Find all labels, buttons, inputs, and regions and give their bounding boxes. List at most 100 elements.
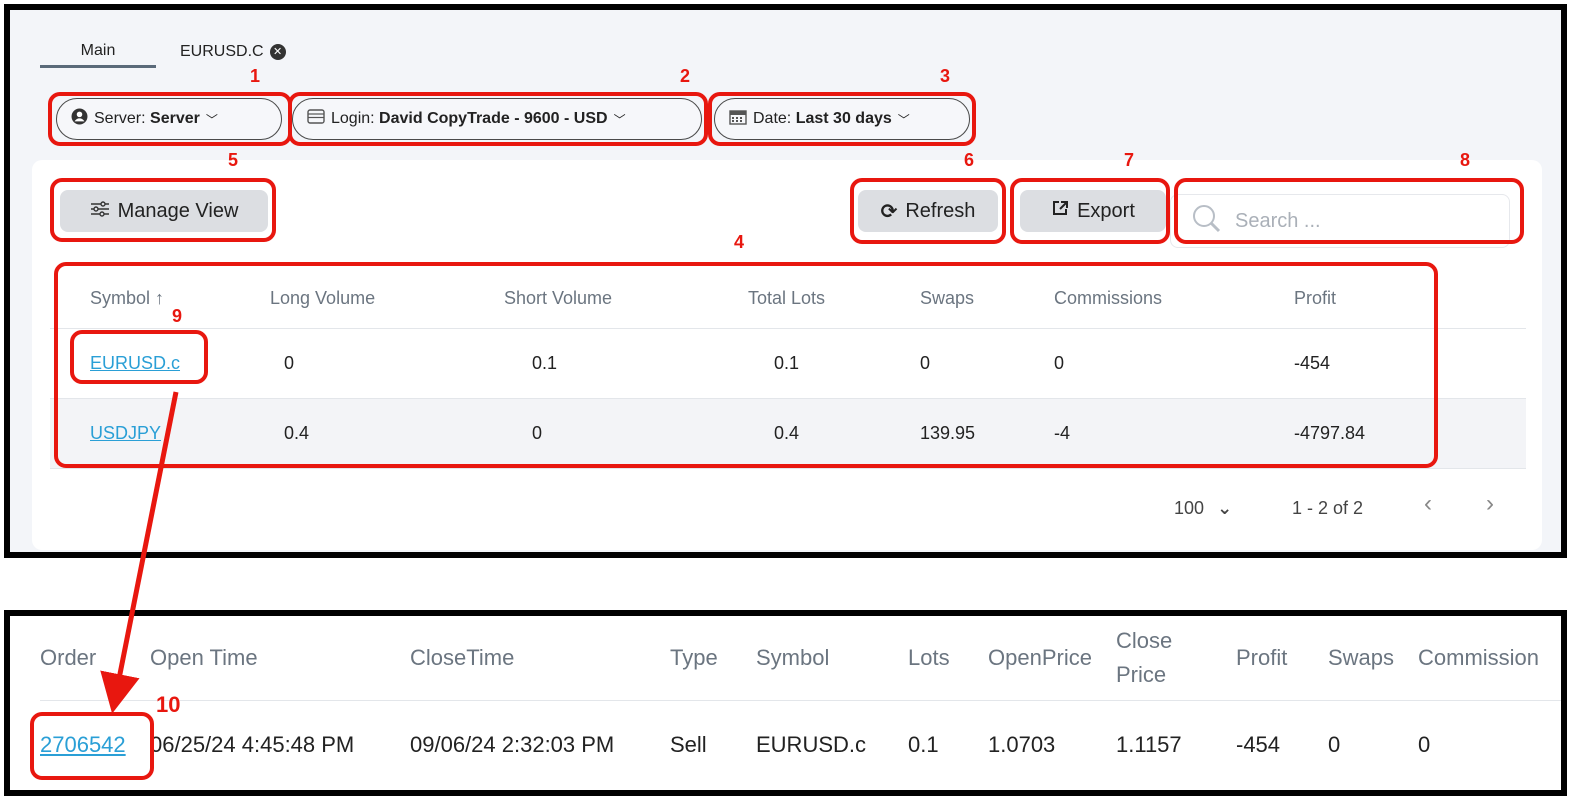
col-total-lots-header[interactable]: Total Lots [736, 270, 920, 329]
annotation-number-3: 3 [940, 66, 951, 86]
table-row: 2706542 06/25/24 4:45:48 PM 09/06/24 2:3… [40, 700, 1561, 790]
server-filter-prefix: Server: [94, 110, 146, 127]
chevron-down-icon: ⌄ [1217, 498, 1233, 518]
calendar-icon [729, 109, 747, 130]
total-lots-cell: 0.4 [736, 398, 920, 469]
short-volume-cell: 0.1 [492, 328, 736, 399]
annotation-number-2: 2 [680, 66, 691, 86]
manage-view-button[interactable]: Manage View [60, 190, 268, 232]
long-volume-cell: 0.4 [258, 398, 492, 469]
export-icon [1051, 199, 1069, 223]
symbol-link[interactable]: USDJPY [90, 423, 161, 443]
close-price-cell: 1.1157 [1116, 732, 1182, 758]
date-filter-prefix: Date: [753, 110, 792, 127]
refresh-button[interactable]: ⟳ Refresh [858, 190, 998, 232]
open-time-cell: 06/25/24 4:45:48 PM [150, 732, 355, 758]
page-size-value: 100 [1174, 498, 1205, 518]
commission-cell: 0 [1418, 732, 1431, 758]
col-symbol-header[interactable]: Symbol [756, 616, 908, 701]
order-link[interactable]: 2706542 [40, 732, 126, 757]
annotation-number-1: 1 [250, 66, 261, 86]
symbol-link[interactable]: EURUSD.c [90, 353, 180, 373]
col-commission-header[interactable]: Commission [1418, 616, 1561, 701]
tab-main[interactable]: Main [40, 36, 156, 68]
swaps-cell: 139.95 [920, 398, 1054, 469]
refresh-icon: ⟳ [880, 200, 898, 223]
close-tab-icon[interactable]: ✕ [269, 44, 286, 60]
login-filter-value: David CopyTrade - 9600 - USD [379, 110, 608, 127]
page-size-select[interactable]: 100 ⌄ [1174, 498, 1232, 519]
col-open-time-header[interactable]: Open Time [150, 616, 410, 701]
manage-view-label: Manage View [117, 199, 239, 222]
summary-table: Symbol ↑ Long Volume Short Volume Total … [50, 270, 1526, 469]
long-volume-cell: 0 [258, 328, 492, 399]
col-long-volume-header[interactable]: Long Volume [258, 270, 492, 329]
login-filter-prefix: Login: [331, 110, 375, 127]
page-range: 1 - 2 of 2 [1292, 498, 1364, 518]
col-lots-header[interactable]: Lots [908, 616, 988, 701]
login-filter[interactable]: Login: David CopyTrade - 9600 - USD ﹀ [292, 98, 702, 140]
annotation-number-4: 4 [734, 232, 745, 252]
orders-header-row: Order Open Time CloseTime Type Symbol Lo… [40, 616, 1561, 701]
date-filter[interactable]: Date: Last 30 days ﹀ [714, 98, 970, 140]
lots-cell: 0.1 [908, 732, 939, 758]
annotation-number-9: 9 [172, 306, 183, 326]
sliders-icon [90, 200, 110, 223]
main-panel: Main EURUSD.C ✕ Server: Server ﹀ Login: … [4, 4, 1567, 558]
chevron-down-icon: ﹀ [897, 112, 910, 127]
annotation-number-8: 8 [1460, 150, 1471, 170]
user-icon [71, 108, 88, 130]
col-short-volume-header[interactable]: Short Volume [492, 270, 736, 329]
col-commissions-header[interactable]: Commissions [1054, 270, 1294, 329]
col-swaps-header[interactable]: Swaps [920, 270, 1054, 329]
export-button[interactable]: Export [1020, 190, 1166, 232]
col-order-header[interactable]: Order [40, 616, 150, 701]
search-input[interactable]: Search ... [1170, 194, 1510, 248]
col-close-time-header[interactable]: CloseTime [410, 616, 670, 701]
annotation-number-7: 7 [1124, 150, 1135, 170]
server-filter[interactable]: Server: Server ﹀ [56, 98, 282, 140]
short-volume-cell: 0 [492, 398, 736, 469]
table-row: EURUSD.c 0 0.1 0.1 0 0 -454 [50, 328, 1526, 399]
profit-cell: -454 [1294, 328, 1526, 399]
symbol-cell: EURUSD.c [756, 732, 867, 758]
next-page-button[interactable]: › [1486, 490, 1494, 518]
search-placeholder: Search ... [1235, 209, 1321, 232]
total-lots-cell: 0.1 [736, 328, 920, 399]
col-open-price-header[interactable]: OpenPrice [988, 616, 1116, 701]
orders-table: Order Open Time CloseTime Type Symbol Lo… [40, 616, 1561, 790]
chevron-down-icon: ﹀ [613, 112, 626, 127]
prev-page-button[interactable]: ‹ [1424, 490, 1432, 518]
annotation-number-5: 5 [228, 150, 239, 170]
commissions-cell: -4 [1054, 398, 1294, 469]
profit-cell: -454 [1236, 732, 1281, 758]
export-label: Export [1077, 199, 1135, 222]
sort-asc-icon: ↑ [155, 288, 165, 309]
annotation-number-6: 6 [964, 150, 975, 170]
col-profit-header[interactable]: Profit [1236, 616, 1328, 701]
table-row: USDJPY 0.4 0 0.4 139.95 -4 -4797.84 [50, 398, 1526, 469]
tab-eurusd[interactable]: EURUSD.C ✕ [180, 36, 286, 68]
annotation-number-10: 10 [156, 692, 181, 717]
tab-eurusd-label: EURUSD.C [180, 43, 264, 60]
summary-header-row: Symbol ↑ Long Volume Short Volume Total … [50, 270, 1526, 329]
date-filter-value: Last 30 days [795, 110, 892, 127]
col-swaps-header[interactable]: Swaps [1328, 616, 1418, 701]
swaps-cell: 0 [1328, 732, 1341, 758]
col-close-price-header[interactable]: Close Price [1116, 616, 1236, 701]
type-cell: Sell [670, 732, 707, 758]
col-symbol-header[interactable]: Symbol ↑ [50, 270, 258, 329]
open-price-cell: 1.0703 [988, 732, 1056, 758]
close-time-cell: 09/06/24 2:32:03 PM [410, 732, 615, 758]
profit-cell: -4797.84 [1294, 398, 1526, 469]
col-type-header[interactable]: Type [670, 616, 756, 701]
refresh-label: Refresh [905, 199, 976, 222]
col-profit-header[interactable]: Profit [1294, 270, 1526, 329]
orders-panel: Order Open Time CloseTime Type Symbol Lo… [4, 610, 1567, 796]
server-filter-value: Server [150, 110, 200, 127]
search-icon [1191, 203, 1221, 239]
account-icon [307, 109, 325, 129]
chevron-down-icon: ﹀ [205, 112, 218, 127]
tab-bar: Main EURUSD.C ✕ [40, 36, 286, 68]
swaps-cell: 0 [920, 328, 1054, 399]
